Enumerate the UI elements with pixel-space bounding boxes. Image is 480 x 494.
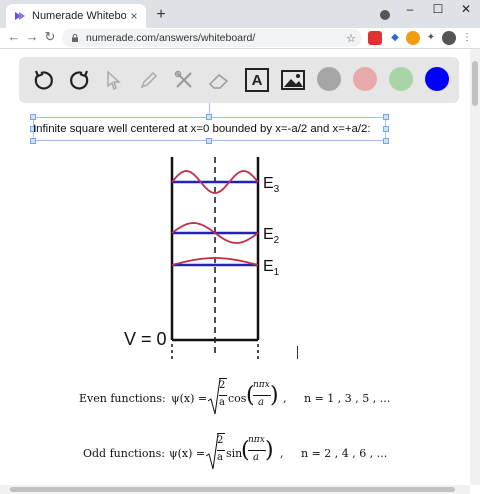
text-tool-glyph: A xyxy=(245,68,269,92)
redo-icon[interactable] xyxy=(64,65,94,95)
diamond-extension-icon[interactable]: ◆ xyxy=(388,31,402,45)
orange-extension-icon[interactable] xyxy=(406,31,420,45)
even-sqrt-frac-line xyxy=(219,395,227,396)
energy-level-label: E2 xyxy=(263,226,280,246)
even-functions-label: Even functions: xyxy=(79,392,166,405)
color-green-swatch[interactable] xyxy=(389,67,413,91)
odd-arg-num: nπx xyxy=(248,435,265,445)
odd-arg-line xyxy=(248,450,266,451)
reload-button[interactable]: ↻ xyxy=(42,29,58,45)
undo-icon[interactable] xyxy=(29,65,59,95)
horizontal-scrollbar[interactable] xyxy=(0,485,470,494)
odd-close-paren: ) xyxy=(265,438,274,463)
url-text: numerade.com/answers/whiteboard/ xyxy=(86,32,256,44)
close-window-button[interactable]: ✕ xyxy=(454,2,478,16)
even-psi: ψ(x) = xyxy=(171,392,208,405)
tab-title: Numerade Whiteboard xyxy=(32,10,126,22)
heading-text[interactable]: Infinite square well centered at x=0 bou… xyxy=(33,119,386,139)
vertical-scroll-thumb[interactable] xyxy=(472,61,478,106)
odd-psi: ψ(x) = xyxy=(169,447,206,460)
extension-icon[interactable] xyxy=(368,31,382,45)
odd-func: sin xyxy=(226,447,243,460)
profile-icon[interactable] xyxy=(442,31,456,45)
even-arg-line xyxy=(253,395,271,396)
energy-level-label: E3 xyxy=(263,175,280,195)
forward-button[interactable]: → xyxy=(24,29,40,44)
even-separator: , xyxy=(283,392,287,405)
text-icon[interactable]: A xyxy=(242,65,272,95)
tab-close-icon[interactable]: × xyxy=(126,9,142,23)
vertical-scrollbar[interactable] xyxy=(470,49,480,485)
menu-icon[interactable]: ⋮ xyxy=(460,31,474,45)
even-n-values: n = 1 , 3 , 5 , ... xyxy=(304,392,391,405)
bookmark-star-icon[interactable]: ☆ xyxy=(346,32,356,45)
lock-icon xyxy=(72,33,78,42)
minimize-button[interactable]: – xyxy=(398,2,422,16)
odd-n-values: n = 2 , 4 , 6 , ... xyxy=(301,447,388,460)
tools-icon[interactable] xyxy=(169,65,199,95)
even-arg-num: nπx xyxy=(253,380,270,390)
profile-indicator-icon[interactable] xyxy=(380,10,390,20)
odd-sqrt-bar xyxy=(217,433,225,434)
numerade-logo-icon xyxy=(15,12,25,20)
new-tab-button[interactable]: + xyxy=(152,6,170,24)
even-arg-den: a xyxy=(258,397,264,408)
color-pink-swatch[interactable] xyxy=(353,67,377,91)
puzzle-icon[interactable]: ✦ xyxy=(424,31,438,45)
address-bar[interactable]: numerade.com/answers/whiteboard/ ☆ xyxy=(62,29,362,47)
odd-functions-label: Odd functions: xyxy=(83,447,165,460)
horizontal-scroll-thumb[interactable] xyxy=(10,487,455,492)
text-cursor xyxy=(297,346,298,359)
potential-label: V = 0 xyxy=(124,329,167,349)
even-close-paren: ) xyxy=(270,383,279,408)
even-func: cos xyxy=(228,392,247,405)
tab-numerade-whiteboard[interactable]: Numerade Whiteboard × xyxy=(6,4,146,28)
tab-bar: Numerade Whiteboard × + – ☐ ✕ xyxy=(0,0,480,28)
odd-separator: , xyxy=(280,447,284,460)
pointer-icon[interactable] xyxy=(99,65,129,95)
eraser-icon[interactable] xyxy=(204,65,234,95)
even-sqrt-num: 2 xyxy=(219,380,226,391)
odd-sqrt-frac-line xyxy=(217,450,225,451)
back-button[interactable]: ← xyxy=(6,29,22,44)
odd-arg-den: a xyxy=(253,452,259,463)
browser-toolbar: ← → ↻ numerade.com/answers/whiteboard/ ☆… xyxy=(0,28,480,49)
maximize-button[interactable]: ☐ xyxy=(426,2,450,16)
color-blue-swatch[interactable] xyxy=(425,67,449,91)
energy-level-label: E1 xyxy=(263,258,280,278)
even-sqrt-bar xyxy=(219,378,227,379)
color-gray-swatch[interactable] xyxy=(317,67,341,91)
whiteboard-canvas[interactable]: A Infinite square well centered at x=0 b… xyxy=(0,49,470,485)
image-icon[interactable] xyxy=(278,65,308,95)
whiteboard-toolbar: A xyxy=(19,57,459,103)
odd-sqrt-den: a xyxy=(217,452,223,463)
even-sqrt-den: a xyxy=(219,397,225,408)
odd-sqrt-num: 2 xyxy=(217,435,224,446)
pen-icon[interactable] xyxy=(134,65,164,95)
